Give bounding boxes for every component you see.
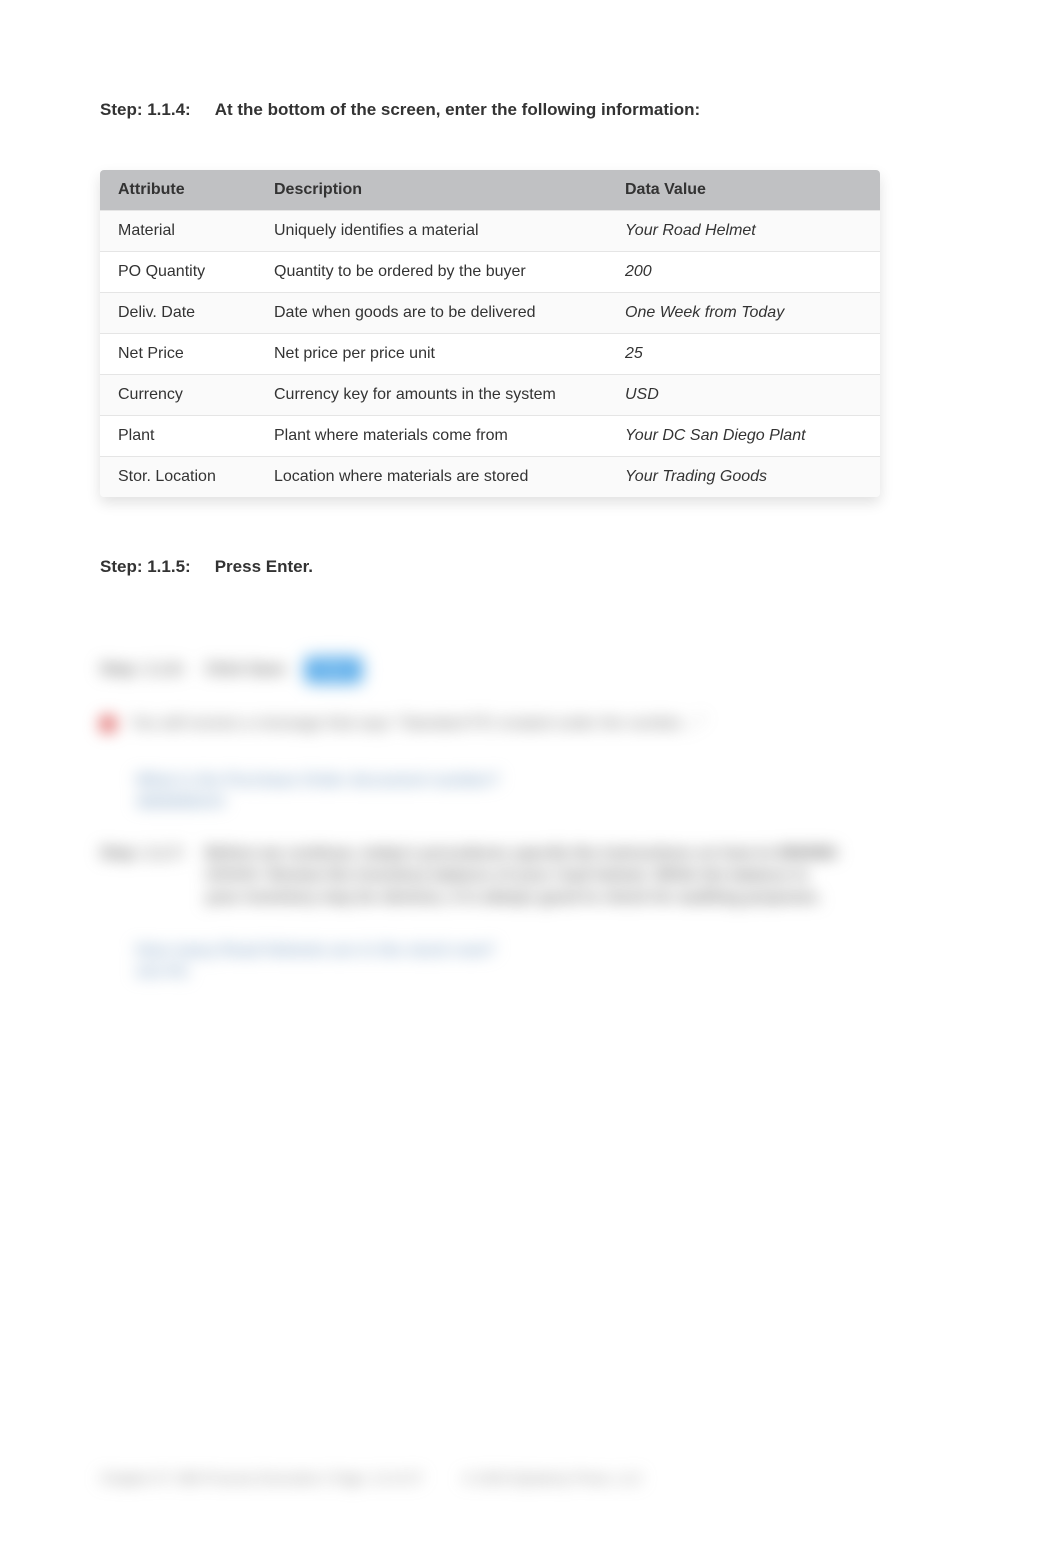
col-data-value: Data Value: [607, 170, 880, 211]
step-label: Step: 1.1.4:: [100, 100, 191, 120]
table-header-row: Attribute Description Data Value: [100, 170, 880, 211]
blurred-long-text: Before we continue, today's procedures s…: [205, 843, 845, 910]
col-attribute: Attribute: [100, 170, 256, 211]
blurred-step-action: Click Save: [205, 659, 285, 681]
step-label: Step: 1.1.5:: [100, 557, 191, 577]
cell-attribute: Deliv. Date: [100, 293, 256, 334]
table-row: Net PriceNet price per price unit25: [100, 334, 880, 375]
cell-data-value: USD: [607, 375, 880, 416]
step-text: At the bottom of the screen, enter the f…: [215, 100, 700, 120]
document-page: Step: 1.1.4: At the bottom of the screen…: [0, 0, 1062, 1556]
cell-description: Location where materials are stored: [256, 457, 607, 498]
cell-data-value: 200: [607, 252, 880, 293]
col-description: Description: [256, 170, 607, 211]
cell-description: Currency key for amounts in the system: [256, 375, 607, 416]
cell-data-value: Your DC San Diego Plant: [607, 416, 880, 457]
cell-data-value: Your Road Helmet: [607, 211, 880, 252]
step-text: Press Enter.: [215, 557, 313, 577]
blurred-save-badge: Save: [305, 657, 361, 683]
table-row: PO QuantityQuantity to be ordered by the…: [100, 252, 880, 293]
cell-data-value: Your Trading Goods: [607, 457, 880, 498]
footer-right: © 2020 Epistemy Press, LLC: [463, 1470, 643, 1486]
blurred-step-label: Step: 1.1.6:: [100, 659, 185, 681]
table-row: PlantPlant where materials come fromYour…: [100, 416, 880, 457]
footer-left: Chapter 07: MM Process Execution | Page:…: [100, 1470, 423, 1486]
blurred-step-label-2: Step: 1.1.7:: [100, 843, 185, 910]
cell-description: Plant where materials come from: [256, 416, 607, 457]
table-row: MaterialUniquely identifies a materialYo…: [100, 211, 880, 252]
cell-attribute: Net Price: [100, 334, 256, 375]
table-row: Deliv. DateDate when goods are to be del…: [100, 293, 880, 334]
step-1-1-4: Step: 1.1.4: At the bottom of the screen…: [100, 100, 962, 120]
cell-description: Net price per price unit: [256, 334, 607, 375]
table-row: CurrencyCurrency key for amounts in the …: [100, 375, 880, 416]
cell-data-value: 25: [607, 334, 880, 375]
cell-description: Date when goods are to be delivered: [256, 293, 607, 334]
cell-data-value: One Week from Today: [607, 293, 880, 334]
blurred-bullet-icon: [100, 716, 116, 732]
step-1-1-5: Step: 1.1.5: Press Enter.: [100, 557, 962, 577]
cell-attribute: PO Quantity: [100, 252, 256, 293]
blurred-footer: Chapter 07: MM Process Execution | Page:…: [100, 1470, 962, 1486]
blurred-question-2: How many Road Helmets are in the stock n…: [136, 940, 962, 985]
cell-attribute: Plant: [100, 416, 256, 457]
cell-attribute: Currency: [100, 375, 256, 416]
cell-attribute: Stor. Location: [100, 457, 256, 498]
blurred-notice: You will receive a message that says "St…: [130, 715, 704, 732]
cell-description: Uniquely identifies a material: [256, 211, 607, 252]
cell-description: Quantity to be ordered by the buyer: [256, 252, 607, 293]
attributes-table: Attribute Description Data Value Materia…: [100, 170, 880, 497]
table-row: Stor. LocationLocation where materials a…: [100, 457, 880, 498]
blurred-question-1: What is the Purchase Order document numb…: [136, 770, 962, 815]
blurred-content: Step: 1.1.6: Click Save Save You will re…: [100, 657, 962, 985]
cell-attribute: Material: [100, 211, 256, 252]
